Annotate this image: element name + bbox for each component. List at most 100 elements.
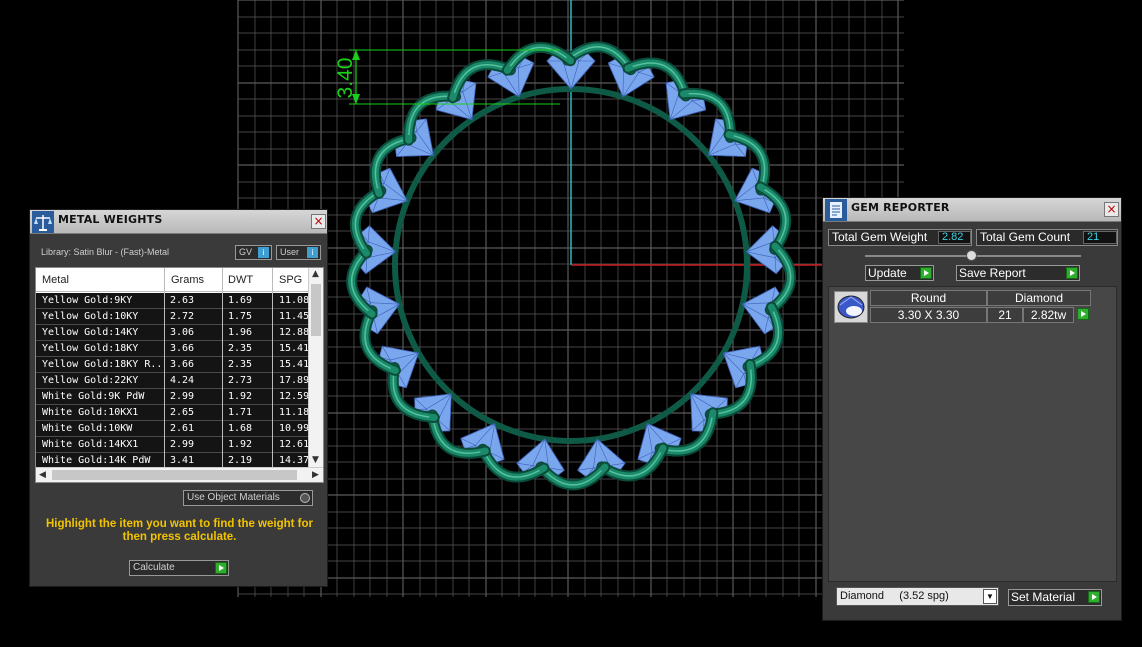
round-gem-thumbnail[interactable] xyxy=(834,291,868,323)
play-icon[interactable] xyxy=(215,562,227,574)
update-label: Update xyxy=(868,266,907,280)
table-row[interactable]: White Gold:10KX1 2.65 1.71 11.18 xyxy=(36,405,310,421)
gem-reporter-panel: GEM REPORTER × Total Gem Weight 2.82 Tot… xyxy=(822,197,1122,621)
play-icon[interactable] xyxy=(1066,267,1078,279)
table-row[interactable]: Yellow Gold:18KY 3.66 2.35 15.41 xyxy=(36,341,310,357)
scroll-down-icon[interactable]: ▼ xyxy=(312,455,319,465)
metal-table-header: Metal Grams DWT SPG xyxy=(36,268,310,292)
cell-metal: White Gold:14KX1 xyxy=(42,439,139,450)
col-header-dwt[interactable]: DWT xyxy=(228,274,253,286)
gem-shape-cell: Round xyxy=(870,290,987,306)
total-gem-count: Total Gem Count 21 xyxy=(976,229,1118,246)
set-material-button[interactable]: Set Material xyxy=(1008,589,1102,606)
material-select-value: Diamond (3.52 spg) xyxy=(840,590,949,602)
material-select[interactable]: Diamond (3.52 spg) ▼ xyxy=(836,587,999,606)
metal-table[interactable]: Metal Grams DWT SPG Yellow Gold:9KY 2.63 1… xyxy=(35,267,324,483)
info-icon: i xyxy=(307,247,318,258)
col-header-metal[interactable]: Metal xyxy=(42,274,69,286)
table-row[interactable]: Yellow Gold:14KY 3.06 1.96 12.88 xyxy=(36,325,310,341)
col-header-spg[interactable]: SPG xyxy=(279,274,302,286)
table-row[interactable]: White Gold:10KW 2.61 1.68 10.99 xyxy=(36,421,310,437)
cell-metal: White Gold:14K PdW xyxy=(42,455,151,466)
gem-weight-cell: 2.82tw xyxy=(1023,307,1074,323)
report-slider-handle[interactable] xyxy=(966,250,977,261)
gem-reporter-titlebar[interactable]: GEM REPORTER × xyxy=(823,198,1121,222)
dimension-label: 3.40 xyxy=(334,58,357,99)
cell-grams: 2.99 xyxy=(170,439,195,450)
total-gem-weight-label: Total Gem Weight xyxy=(832,230,928,244)
play-icon[interactable] xyxy=(1088,591,1100,603)
radio-icon[interactable] xyxy=(300,493,310,503)
cell-spg: 14.37 xyxy=(279,455,309,466)
chevron-down-icon[interactable]: ▼ xyxy=(983,589,997,604)
col-header-grams[interactable]: Grams xyxy=(171,274,204,286)
cell-dwt: 1.68 xyxy=(228,423,253,434)
horizontal-scrollbar[interactable]: ◀ ▶ xyxy=(36,467,323,482)
cell-dwt: 1.96 xyxy=(228,327,253,338)
cell-grams: 3.06 xyxy=(170,327,195,338)
diamond-icon xyxy=(837,295,865,319)
table-row[interactable]: Yellow Gold:9KY 2.63 1.69 11.08 xyxy=(36,293,310,309)
scroll-right-icon[interactable]: ▶ xyxy=(312,470,319,480)
total-gem-weight: Total Gem Weight 2.82 xyxy=(828,229,972,246)
cell-grams: 2.99 xyxy=(170,391,195,402)
cell-metal: Yellow Gold:9KY xyxy=(42,295,133,306)
save-report-button[interactable]: Save Report xyxy=(956,265,1080,281)
metal-weights-titlebar[interactable]: METAL WEIGHTS × xyxy=(30,210,327,234)
cell-spg: 12.59 xyxy=(279,391,309,402)
update-button[interactable]: Update xyxy=(865,265,934,281)
cell-metal: Yellow Gold:14KY xyxy=(42,327,139,338)
cell-dwt: 1.92 xyxy=(228,391,253,402)
play-icon[interactable] xyxy=(1077,308,1089,320)
cell-dwt: 1.92 xyxy=(228,439,253,450)
user-toggle[interactable]: User i xyxy=(276,245,321,260)
metal-weights-panel: METAL WEIGHTS × Library: Satin Blur - (F… xyxy=(29,209,328,587)
gem-list[interactable]: Round Diamond 3.30 X 3.30 21 2.82tw xyxy=(828,286,1117,582)
use-object-materials-option[interactable]: Use Object Materials xyxy=(183,490,313,506)
cell-dwt: 1.75 xyxy=(228,311,253,322)
scroll-thumb[interactable] xyxy=(52,470,297,480)
table-row[interactable]: Yellow Gold:10KY 2.72 1.75 11.45 xyxy=(36,309,310,325)
prong xyxy=(535,461,611,491)
cell-grams: 2.61 xyxy=(170,423,195,434)
scroll-thumb[interactable] xyxy=(311,284,321,336)
cell-metal: Yellow Gold:10KY xyxy=(42,311,139,322)
cell-metal: Yellow Gold:22KY xyxy=(42,375,139,386)
gem-material-cell: Diamond xyxy=(987,290,1091,306)
cell-grams: 3.66 xyxy=(170,359,195,370)
close-icon[interactable]: × xyxy=(311,214,326,229)
cell-spg: 17.89 xyxy=(279,375,309,386)
cell-grams: 3.41 xyxy=(170,455,195,466)
play-icon[interactable] xyxy=(920,267,932,279)
cell-spg: 11.45 xyxy=(279,311,309,322)
cell-grams: 2.65 xyxy=(170,407,195,418)
vertical-scrollbar[interactable]: ▲ ▼ xyxy=(308,268,323,468)
set-material-label: Set Material xyxy=(1011,590,1076,604)
cell-metal: Yellow Gold:18KY xyxy=(42,343,139,354)
calculate-button[interactable]: Calculate xyxy=(129,560,229,576)
cell-dwt: 1.71 xyxy=(228,407,253,418)
scale-icon xyxy=(32,211,54,233)
table-row[interactable]: Yellow Gold:18KY R... 3.66 2.35 15.41 xyxy=(36,357,310,373)
gem-go-button[interactable] xyxy=(1074,307,1091,323)
cell-dwt: 2.35 xyxy=(228,359,253,370)
scroll-up-icon[interactable]: ▲ xyxy=(312,269,319,279)
total-gem-count-value: 21 xyxy=(1083,231,1117,244)
cell-spg: 11.08 xyxy=(279,295,309,306)
use-object-materials-label: Use Object Materials xyxy=(187,492,280,503)
gem-reporter-title: GEM REPORTER xyxy=(851,201,950,214)
table-row[interactable]: White Gold:9K PdW 2.99 1.92 12.59 xyxy=(36,389,310,405)
cell-spg: 11.18 xyxy=(279,407,309,418)
table-row[interactable]: White Gold:14KX1 2.99 1.92 12.61 xyxy=(36,437,310,453)
calculate-label: Calculate xyxy=(133,562,175,573)
cell-dwt: 2.19 xyxy=(228,455,253,466)
close-icon[interactable]: × xyxy=(1104,202,1119,217)
gv-toggle[interactable]: GV i xyxy=(235,245,272,260)
cell-spg: 15.41 xyxy=(279,343,309,354)
scroll-left-icon[interactable]: ◀ xyxy=(39,470,46,480)
gem-count-cell: 21 xyxy=(987,307,1023,323)
cell-spg: 15.41 xyxy=(279,359,309,370)
column-divider xyxy=(164,268,165,482)
table-row[interactable]: Yellow Gold:22KY 4.24 2.73 17.89 xyxy=(36,373,310,389)
total-gem-weight-value: 2.82 xyxy=(938,231,971,244)
